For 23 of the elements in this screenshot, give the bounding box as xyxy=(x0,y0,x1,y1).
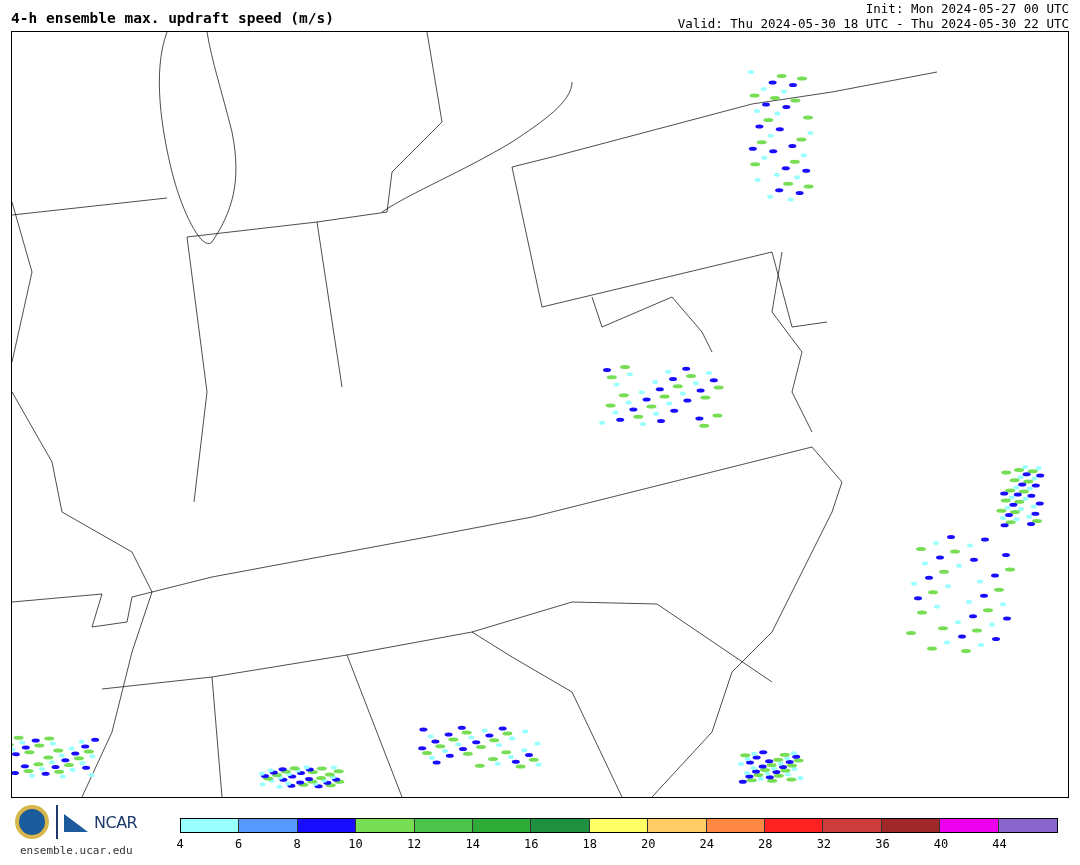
swoosh-logo-icon xyxy=(64,812,88,832)
init-time: Init: Mon 2024-05-27 00 UTC xyxy=(865,1,1069,16)
map-title: 4-h ensemble max. updraft speed (m/s) xyxy=(11,10,334,28)
scale-label: 40 xyxy=(933,837,949,851)
logo-text: NCAR xyxy=(94,812,138,832)
scale-label: 8 xyxy=(293,837,301,851)
site-url: ensemble.ucar.edu xyxy=(19,844,133,857)
scale-label: 36 xyxy=(875,837,890,851)
valid-time: Valid: Thu 2024-05-30 18 UTC - Thu 2024-05-30 22 UTC xyxy=(677,16,1069,31)
scale-label: 44 xyxy=(992,837,1007,851)
scale-label: 24 xyxy=(699,837,714,851)
scale-label: 18 xyxy=(582,837,597,851)
scale-label: 4 xyxy=(176,837,184,851)
scale-label: 16 xyxy=(523,837,539,851)
scale-label: 28 xyxy=(758,837,773,851)
scale-label: 10 xyxy=(348,837,363,851)
scale-label: 20 xyxy=(641,837,656,851)
divider-icon xyxy=(56,805,58,839)
scale-label: 12 xyxy=(406,837,422,851)
scale-label: 6 xyxy=(234,837,243,851)
globe-logo-icon xyxy=(14,804,50,840)
scale-label: 32 xyxy=(816,837,832,851)
scale-label: 14 xyxy=(465,837,480,851)
